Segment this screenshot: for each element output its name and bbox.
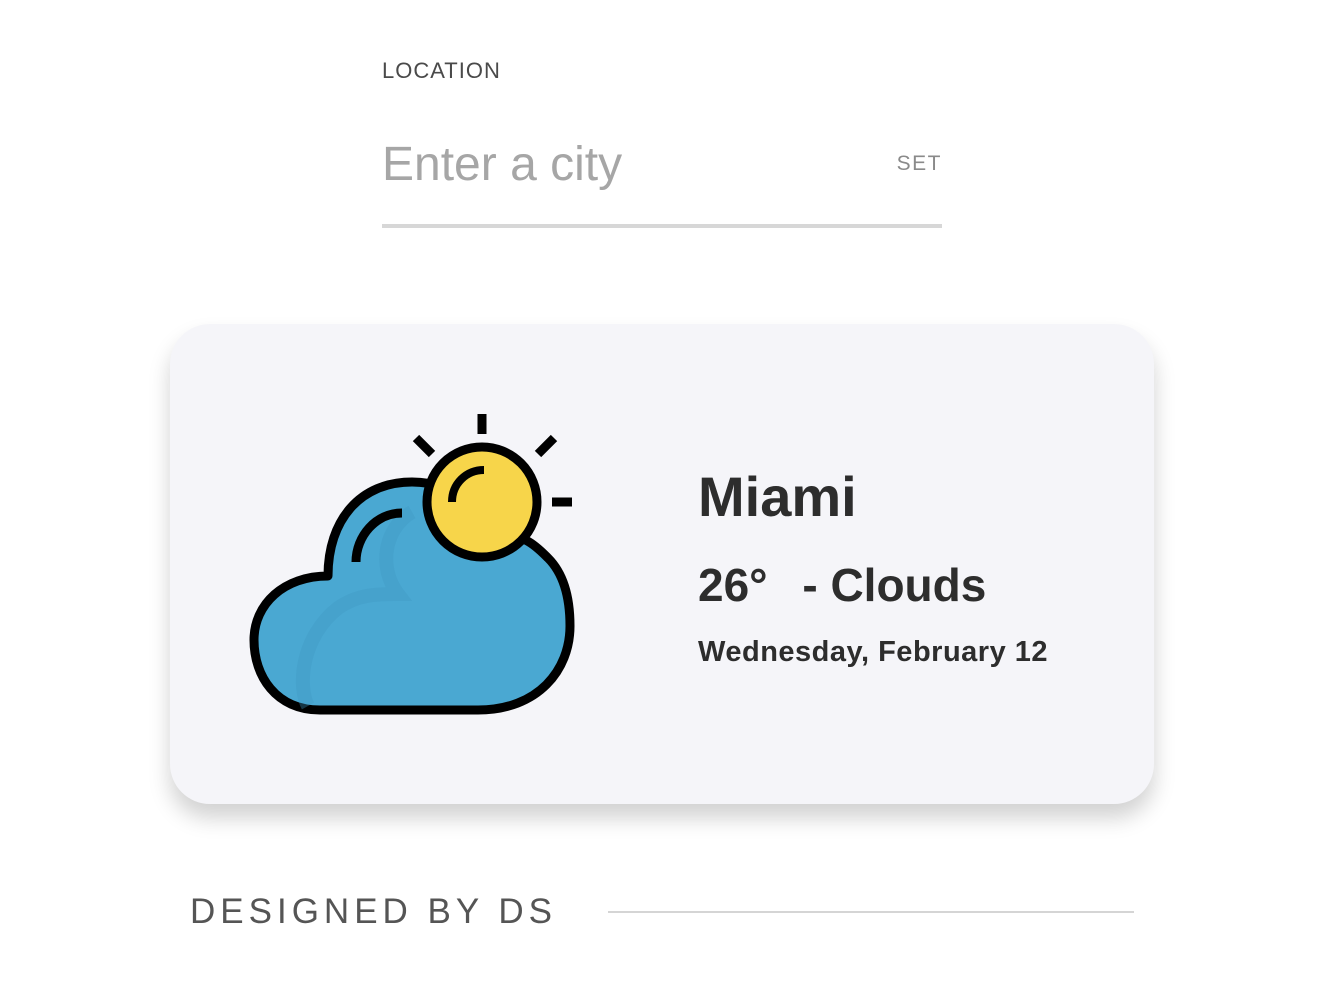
weather-condition: Clouds <box>830 559 987 611</box>
weather-app: LOCATION SET <box>0 0 1340 986</box>
temperature-value: 26° <box>698 559 768 611</box>
city-input[interactable] <box>382 126 862 202</box>
set-button[interactable]: SET <box>897 152 942 176</box>
temperature-condition: 26° - Clouds <box>698 558 986 612</box>
city-name: Miami <box>698 465 857 528</box>
footer-divider <box>608 911 1134 913</box>
current-date: Wednesday, February 12 <box>698 636 1049 668</box>
location-label: LOCATION <box>382 58 501 83</box>
separator: - <box>802 559 818 611</box>
footer-credit: DESIGNED BY DS <box>190 892 557 931</box>
partly-cloudy-icon <box>249 414 575 715</box>
weather-card: Miami 26° - Clouds Wednesday, February 1… <box>170 324 1154 804</box>
location-form: SET <box>382 122 942 228</box>
